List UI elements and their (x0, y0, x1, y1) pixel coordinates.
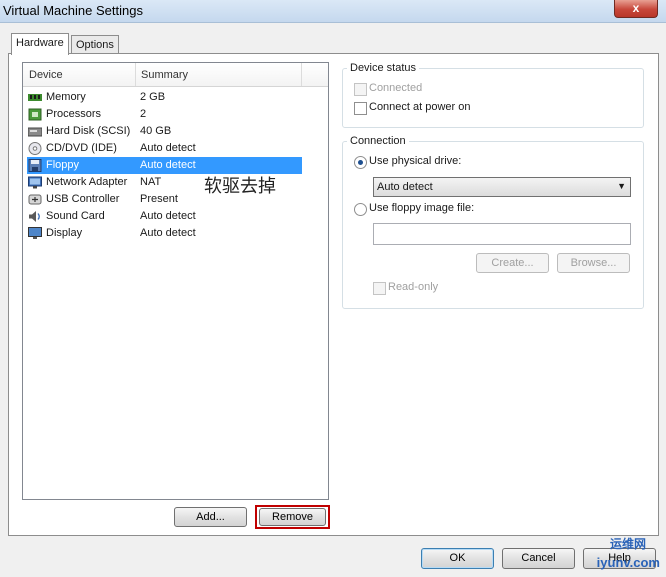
device-name: USB Controller (46, 193, 120, 205)
device-summary: 2 (140, 108, 147, 120)
connected-checkbox[interactable] (354, 83, 367, 96)
close-icon: x (632, 1, 640, 15)
device-row-processors[interactable]: Processors 2 (27, 106, 302, 123)
device-row-memory[interactable]: Memory 2 GB (27, 89, 302, 106)
physical-drive-value: Auto detect (377, 181, 433, 193)
device-summary: Present (140, 193, 178, 205)
cd-dvd-icon (28, 142, 42, 155)
use-floppy-image-radio[interactable] (354, 203, 367, 216)
device-summary: 2 GB (140, 91, 166, 103)
device-name: Processors (46, 108, 102, 120)
display-icon (28, 227, 42, 240)
column-separator[interactable] (301, 63, 302, 86)
create-button[interactable]: Create... (476, 253, 549, 273)
device-name: Floppy (46, 159, 80, 171)
use-physical-drive-label: Use physical drive: (369, 155, 462, 167)
memory-icon (28, 91, 42, 104)
add-button[interactable]: Add... (174, 507, 247, 527)
device-status-group (342, 68, 644, 128)
annotation-remove-floppy: 软驱去掉 (204, 176, 276, 197)
device-name: Memory (46, 91, 86, 103)
tab-options[interactable]: Options (71, 35, 119, 55)
processor-icon (28, 108, 42, 121)
chevron-down-icon: ▼ (617, 181, 626, 191)
hard-disk-icon (27, 125, 43, 138)
physical-drive-select[interactable]: Auto detect ▼ (373, 177, 631, 197)
column-header-summary[interactable]: Summary (141, 69, 188, 81)
connect-at-power-on-checkbox[interactable] (354, 102, 367, 115)
close-button[interactable]: x (614, 0, 658, 18)
connect-at-power-on-label: Connect at power on (369, 101, 471, 113)
column-separator[interactable] (135, 63, 136, 86)
title-bar: Virtual Machine Settings x (0, 0, 666, 23)
tab-hardware[interactable]: Hardware (11, 33, 69, 55)
floppy-image-path-input[interactable] (373, 223, 631, 245)
device-list[interactable]: Device Summary Memory 2 GB Processors 2 … (22, 62, 329, 500)
watermark-line-1: 运维网 (609, 537, 646, 551)
speaker-icon (28, 210, 42, 223)
use-physical-drive-radio[interactable] (354, 156, 367, 169)
browse-button[interactable]: Browse... (557, 253, 630, 273)
use-floppy-image-label: Use floppy image file: (369, 202, 475, 214)
read-only-label: Read-only (388, 281, 439, 293)
usb-icon (28, 193, 42, 206)
device-list-header: Device Summary (23, 63, 328, 87)
device-row-sound-card[interactable]: Sound Card Auto detect (27, 208, 302, 225)
device-name: Sound Card (46, 210, 105, 222)
connection-title: Connection (347, 135, 409, 147)
device-summary: 40 GB (140, 125, 172, 137)
cancel-button[interactable]: Cancel (502, 548, 575, 569)
device-row-hard-disk[interactable]: Hard Disk (SCSI) 40 GB (27, 123, 302, 140)
read-only-checkbox[interactable] (373, 282, 386, 295)
device-summary: NAT (140, 176, 162, 188)
device-name: Hard Disk (SCSI) (46, 125, 131, 137)
device-name: CD/DVD (IDE) (46, 142, 117, 154)
device-summary: Auto detect (140, 159, 196, 171)
device-summary: Auto detect (140, 227, 196, 239)
device-row-display[interactable]: Display Auto detect (27, 225, 302, 242)
site-watermark: 运维网 iyunv.com (596, 535, 660, 575)
device-name: Display (46, 227, 83, 239)
column-header-device[interactable]: Device (29, 69, 63, 81)
device-summary: Auto detect (140, 142, 196, 154)
tab-hardware-label: Hardware (16, 37, 64, 49)
remove-button[interactable]: Remove (259, 508, 326, 526)
network-adapter-icon (28, 176, 42, 189)
device-status-title: Device status (347, 62, 420, 74)
device-row-cd-dvd[interactable]: CD/DVD (IDE) Auto detect (27, 140, 302, 157)
window-title: Virtual Machine Settings (3, 3, 143, 18)
floppy-icon (28, 159, 42, 172)
ok-button[interactable]: OK (421, 548, 494, 569)
connected-label: Connected (369, 82, 423, 94)
device-name: Network Adapter (46, 176, 128, 188)
device-summary: Auto detect (140, 210, 196, 222)
watermark-line-2: iyunv.com (596, 555, 660, 570)
tab-options-label: Options (76, 39, 114, 51)
